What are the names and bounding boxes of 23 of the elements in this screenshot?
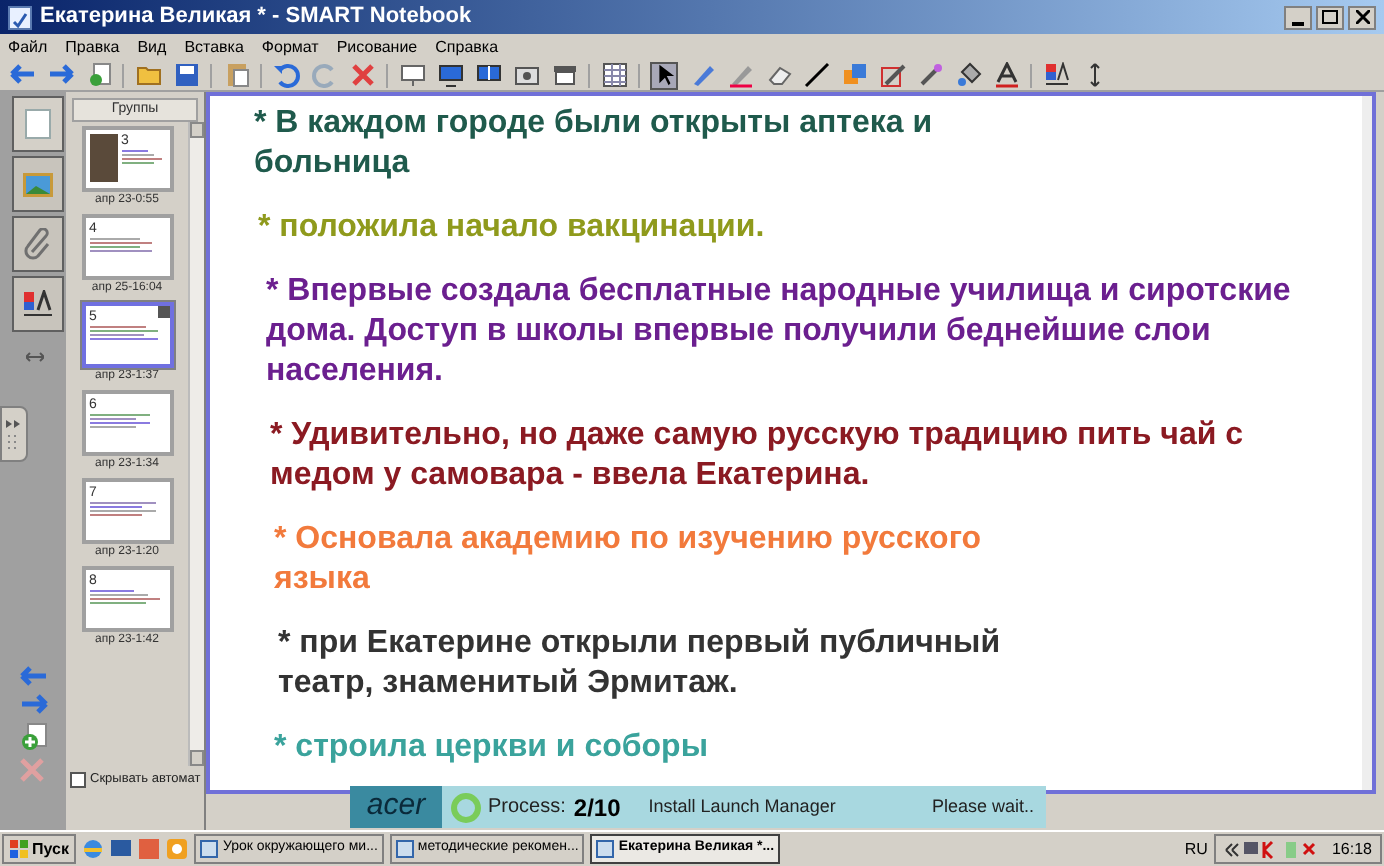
- slide-text: * при Екатерине открыли первый публичный театр, знаменитый Эрмитаж.: [276, 624, 1003, 704]
- slide-text: * Удивительно, но даже самую русскую традицию пить чай с медом у самовара - ввела Екатерина.: [268, 416, 1246, 496]
- clock: 16:18: [1331, 837, 1372, 861]
- slide-text: * Основала академию по изучению русского языка: [272, 520, 984, 600]
- menu-item[interactable]: Вставка: [184, 35, 244, 59]
- menu-item[interactable]: Правка: [65, 35, 120, 59]
- slide-text: * строила церкви и соборы: [272, 728, 710, 768]
- status-text: Please wait..: [931, 793, 1034, 820]
- slide-text: * положила начало вакцинации.: [256, 208, 767, 248]
- start-button[interactable]: Пуск: [2, 834, 77, 864]
- menu-item[interactable]: Справка: [435, 35, 499, 59]
- process-value: 2/10: [573, 791, 621, 825]
- brand-logo: acer: [350, 786, 442, 828]
- task-name: Install Launch Manager: [648, 793, 836, 820]
- menu-item[interactable]: Вид: [137, 35, 167, 59]
- slide-text: * В каждом городе были открыты аптека и больница: [254, 104, 934, 184]
- window-title: Екатерина Великая * - SMART Notebook: [40, 2, 472, 33]
- slide-text: * Впервые создала бесплатные народные училища и сиротские дома. Доступ в школы впервые получили беднейшие слои населения.: [264, 272, 1293, 392]
- language-indicator[interactable]: RU: [1184, 837, 1208, 861]
- menu-item[interactable]: Файл: [8, 35, 48, 59]
- menu-item[interactable]: Формат: [261, 35, 319, 59]
- menu-item[interactable]: Рисование: [336, 35, 418, 59]
- process-label: Process:: [488, 794, 566, 822]
